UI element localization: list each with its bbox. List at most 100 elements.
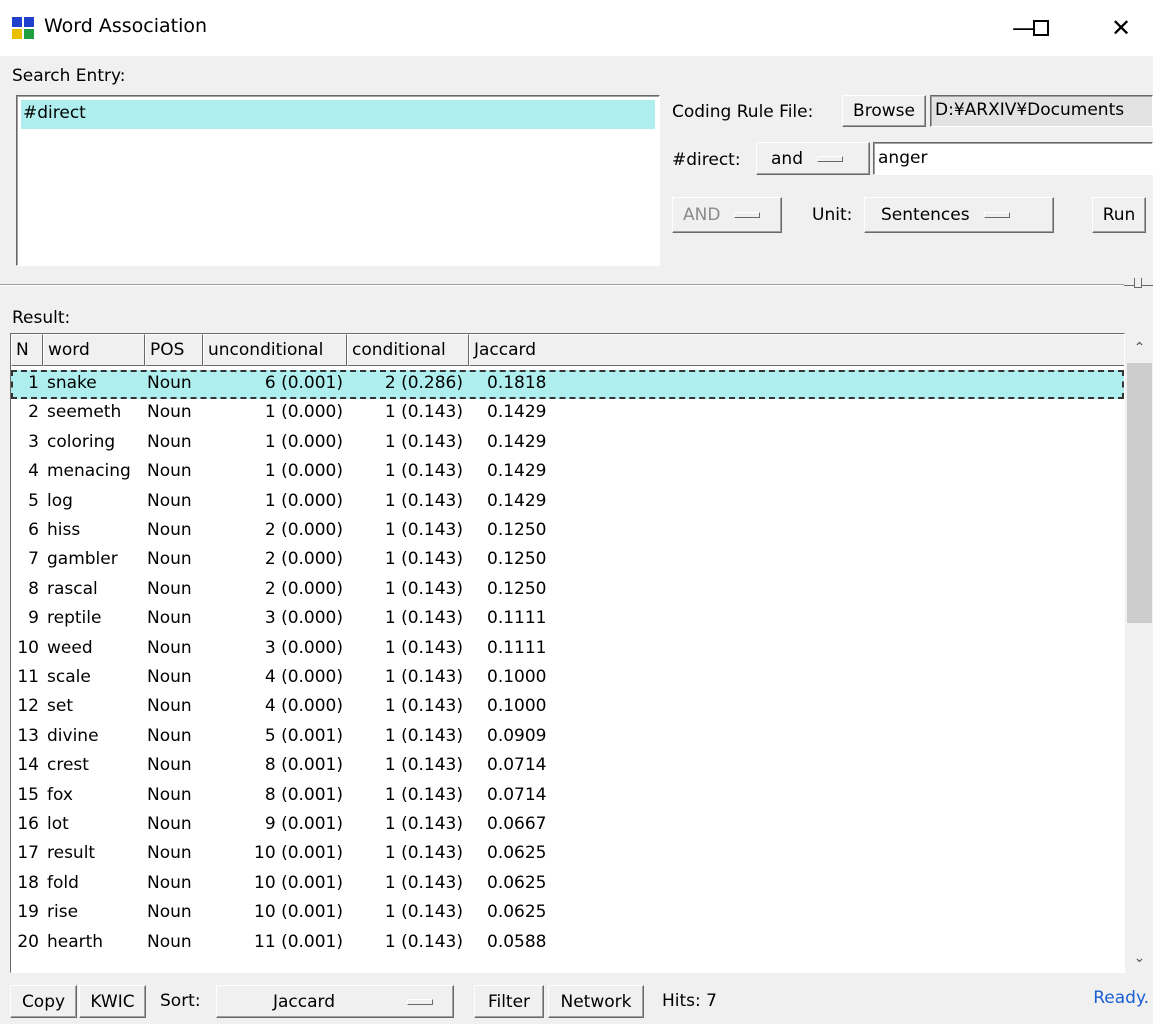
- search-entry-list[interactable]: #direct: [16, 95, 660, 266]
- cell-word: rise: [47, 902, 79, 923]
- cell-jaccard: 0.1250: [487, 578, 547, 599]
- cell-word: divine: [47, 725, 99, 746]
- table-row[interactable]: 6 hiss Noun 2 (0.000) 1 (0.143) 0.1250: [11, 517, 1124, 546]
- kwic-button[interactable]: KWIC: [79, 985, 146, 1018]
- table-row[interactable]: 4 menacing Noun 1 (0.000) 1 (0.143) 0.1429: [11, 458, 1124, 487]
- table-row[interactable]: 7 gambler Noun 2 (0.000) 1 (0.143) 0.1250: [11, 546, 1124, 575]
- condition-value-input[interactable]: anger: [873, 142, 1153, 175]
- cell-unconditional: 2 (0.000): [264, 578, 343, 599]
- cell-conditional: 1 (0.143): [384, 667, 463, 687]
- cell-word: menacing: [47, 461, 131, 482]
- cell-unconditional: 1 (0.000): [264, 461, 343, 482]
- logic-value: AND: [683, 205, 721, 225]
- cell-conditional: 1 (0.143): [384, 725, 463, 746]
- cell-jaccard: 0.0625: [487, 843, 547, 864]
- cell-conditional: 1 (0.143): [384, 549, 463, 570]
- table-row[interactable]: 17 result Noun 10 (0.001) 1 (0.143) 0.0625: [11, 840, 1124, 869]
- table-row[interactable]: 20 hearth Noun 11 (0.001) 1 (0.143) 0.0588: [11, 929, 1124, 958]
- column-header-unconditional[interactable]: unconditional: [203, 334, 347, 366]
- cell-n: 6: [28, 520, 39, 540]
- cell-n: 15: [17, 784, 39, 805]
- sort-menu[interactable]: Jaccard: [216, 985, 454, 1018]
- table-row[interactable]: 15 fox Noun 8 (0.001) 1 (0.143) 0.0714: [11, 782, 1124, 811]
- column-header-pos[interactable]: POS: [145, 334, 203, 366]
- cell-pos: Noun: [147, 578, 192, 599]
- close-icon[interactable]: ✕: [1093, 0, 1149, 56]
- table-row[interactable]: 5 log Noun 1 (0.000) 1 (0.143) 0.1429: [11, 488, 1124, 517]
- cell-unconditional: 2 (0.000): [264, 520, 343, 540]
- cell-word: lot: [47, 814, 69, 834]
- cell-conditional: 1 (0.143): [384, 608, 463, 629]
- filter-button[interactable]: Filter: [474, 985, 544, 1018]
- table-row[interactable]: 8 rascal Noun 2 (0.000) 1 (0.143) 0.1250: [11, 576, 1124, 605]
- vertical-scrollbar[interactable]: ⌃ ⌄: [1126, 333, 1153, 973]
- column-header-jaccard[interactable]: Jaccard: [469, 334, 1124, 366]
- cell-n: 14: [17, 755, 39, 776]
- network-button[interactable]: Network: [548, 985, 644, 1018]
- table-row[interactable]: 1 snake Noun 6 (0.001) 2 (0.286) 0.1818: [11, 370, 1124, 399]
- column-header-conditional[interactable]: conditional: [347, 334, 469, 366]
- cell-jaccard: 0.0625: [487, 902, 547, 923]
- cell-pos: Noun: [147, 490, 192, 511]
- cell-conditional: 1 (0.143): [384, 784, 463, 805]
- cell-pos: Noun: [147, 931, 192, 952]
- table-row[interactable]: 16 lot Noun 9 (0.001) 1 (0.143) 0.0667: [11, 811, 1124, 840]
- pane-sash-handle[interactable]: [1124, 276, 1153, 294]
- cell-conditional: 1 (0.143): [384, 520, 463, 540]
- scroll-up-icon[interactable]: ⌃: [1126, 333, 1153, 363]
- table-row[interactable]: 12 set Noun 4 (0.000) 1 (0.143) 0.1000: [11, 693, 1124, 722]
- table-row[interactable]: 11 scale Noun 4 (0.000) 1 (0.143) 0.1000: [11, 664, 1124, 693]
- table-row[interactable]: 18 fold Noun 10 (0.001) 1 (0.143) 0.0625: [11, 870, 1124, 899]
- condition-op-menu[interactable]: and: [756, 142, 870, 175]
- cell-pos: Noun: [147, 667, 192, 687]
- cell-word: snake: [47, 373, 97, 393]
- cell-word: coloring: [47, 431, 116, 452]
- cell-n: 4: [28, 461, 39, 482]
- table-row[interactable]: 14 crest Noun 8 (0.001) 1 (0.143) 0.0714: [11, 752, 1124, 781]
- cell-word: rascal: [47, 578, 98, 599]
- cell-unconditional: 10 (0.001): [254, 872, 343, 893]
- cell-jaccard: 0.0625: [487, 872, 547, 893]
- cell-n: 12: [17, 696, 39, 717]
- cell-n: 11: [17, 667, 39, 687]
- table-row[interactable]: 10 weed Noun 3 (0.000) 1 (0.143) 0.1111: [11, 635, 1124, 664]
- copy-button[interactable]: Copy: [10, 985, 77, 1018]
- cell-pos: Noun: [147, 784, 192, 805]
- cell-unconditional: 11 (0.001): [254, 931, 343, 952]
- cell-jaccard: 0.1250: [487, 520, 547, 540]
- menubutton-indicator-icon: [816, 155, 843, 162]
- search-entry-item[interactable]: #direct: [21, 100, 655, 129]
- menubutton-indicator-icon: [734, 212, 761, 218]
- table-row[interactable]: 9 reptile Noun 3 (0.000) 1 (0.143) 0.1111: [11, 605, 1124, 634]
- pane-separator: [0, 284, 1124, 286]
- result-table: Nword POS unconditional conditional Jaccard …: [10, 333, 1125, 973]
- cell-n: 17: [17, 843, 39, 864]
- cell-pos: Noun: [147, 520, 192, 540]
- hits-count: Hits: 7: [662, 991, 717, 1011]
- column-header-word[interactable]: word: [43, 334, 145, 366]
- scroll-thumb[interactable]: [1127, 363, 1152, 623]
- cell-word: result: [47, 843, 96, 864]
- table-row[interactable]: 2 seemeth Noun 1 (0.000) 1 (0.143) 0.1429: [11, 399, 1124, 428]
- table-row[interactable]: 13 divine Noun 5 (0.001) 1 (0.143) 0.0909: [11, 723, 1124, 752]
- browse-button[interactable]: Browse: [842, 95, 926, 127]
- table-row[interactable]: 3 coloring Noun 1 (0.000) 1 (0.143) 0.1429: [11, 429, 1124, 458]
- column-header-n[interactable]: N: [11, 334, 43, 366]
- maximize-box-icon: [1033, 20, 1049, 36]
- title-bar: Word Association — ✕: [0, 0, 1153, 56]
- menubutton-indicator-icon: [983, 212, 1010, 218]
- logic-menu[interactable]: AND: [672, 197, 782, 233]
- menubutton-indicator-icon: [407, 998, 433, 1005]
- table-row[interactable]: 19 rise Noun 10 (0.001) 1 (0.143) 0.0625: [11, 899, 1124, 928]
- scroll-down-icon[interactable]: ⌄: [1126, 943, 1153, 973]
- coding-rule-path-field[interactable]: D:¥ARXIV¥Documents: [930, 95, 1153, 127]
- cell-jaccard: 0.0588: [487, 931, 547, 952]
- cell-conditional: 1 (0.143): [384, 402, 463, 423]
- run-button[interactable]: Run: [1092, 197, 1146, 233]
- cell-jaccard: 0.1429: [487, 402, 547, 423]
- cell-unconditional: 1 (0.000): [264, 402, 343, 423]
- cell-pos: Noun: [147, 696, 192, 717]
- unit-menu[interactable]: Sentences: [864, 197, 1054, 233]
- cell-word: reptile: [47, 608, 102, 629]
- cell-conditional: 1 (0.143): [384, 490, 463, 511]
